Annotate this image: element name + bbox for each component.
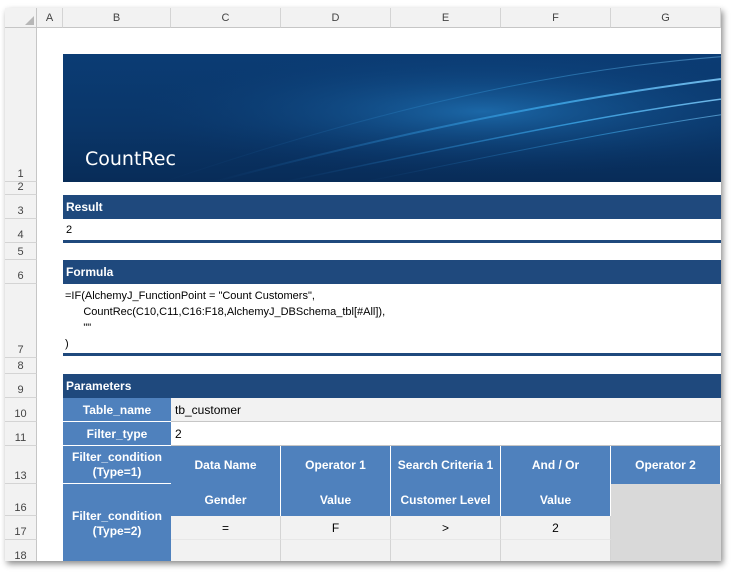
fc2-header-value-1: Value (281, 484, 391, 516)
parameters-section-header: Parameters (63, 374, 721, 398)
fc2-row2-customer-level[interactable] (391, 540, 501, 561)
row-header-13[interactable]: 13 (5, 446, 37, 484)
fc1-header-operator-1: Operator 1 (281, 446, 391, 484)
row-header-16[interactable]: 16 (5, 484, 37, 516)
row-header-18[interactable]: 18 (5, 540, 37, 561)
formula-line-1: =IF(AlchemyJ_FunctionPoint = "Count Cust… (65, 290, 315, 302)
column-header-b[interactable]: B (63, 8, 171, 28)
fc2-header-gender: Gender (171, 484, 281, 516)
column-header-e[interactable]: E (391, 8, 501, 28)
fc2-row1-value-1[interactable]: F (281, 516, 391, 540)
spreadsheet-window: A B C D E F G 1 2 3 4 5 6 7 8 9 10 11 13… (5, 8, 721, 561)
fc1-header-search-criteria-1: Search Criteria 1 (391, 446, 501, 484)
title-banner: CountRec (63, 54, 721, 182)
select-all-corner[interactable] (5, 8, 37, 28)
row-header-7[interactable]: 7 (5, 284, 37, 358)
column-header-f[interactable]: F (501, 8, 611, 28)
filter-condition-type1-label: Filter_condition (Type=1) (63, 446, 171, 484)
banner-title: CountRec (85, 148, 176, 170)
row-header-6[interactable]: 6 (5, 260, 37, 284)
fc2-row2-value-1[interactable] (281, 540, 391, 561)
fc2-header-value-2: Value (501, 484, 611, 516)
row-header-9[interactable]: 9 (5, 374, 37, 398)
row-header-5[interactable]: 5 (5, 243, 37, 260)
filter-type-value[interactable]: 2 (171, 422, 721, 446)
select-all-triangle-icon (25, 16, 34, 25)
column-header-a[interactable]: A (37, 8, 63, 28)
formula-line-3: "" (65, 322, 92, 334)
fc2-unused-area (611, 484, 721, 561)
fc2-row1-customer-level[interactable]: > (391, 516, 501, 540)
fc2-row1-gender[interactable]: = (171, 516, 281, 540)
row-header-11[interactable]: 11 (5, 422, 37, 446)
formula-line-4: ) (65, 338, 69, 350)
filter-condition-type2-label: Filter_condition (Type=2) (63, 484, 171, 561)
row-header-10[interactable]: 10 (5, 398, 37, 422)
result-value-cell[interactable]: 2 (63, 219, 721, 243)
result-section-header: Result (63, 195, 721, 219)
fc2-header-customer-level: Customer Level (391, 484, 501, 516)
filter-type-label: Filter_type (63, 422, 171, 446)
row-header-3[interactable]: 3 (5, 195, 37, 219)
table-name-label: Table_name (63, 398, 171, 422)
table-name-value[interactable]: tb_customer (171, 398, 721, 422)
column-header-d[interactable]: D (281, 8, 391, 28)
row-header-2[interactable]: 2 (5, 181, 37, 195)
fc1-header-and-or: And / Or (501, 446, 611, 484)
row-header-8[interactable]: 8 (5, 358, 37, 374)
row-header-17[interactable]: 17 (5, 516, 37, 540)
fc2-row1-value-2[interactable]: 2 (501, 516, 611, 540)
fc2-row2-gender[interactable] (171, 540, 281, 561)
formula-cell[interactable]: =IF(AlchemyJ_FunctionPoint = "Count Cust… (63, 284, 721, 356)
fc2-row2-value-2[interactable] (501, 540, 611, 561)
fc1-header-data-name: Data Name (171, 446, 281, 484)
fc1-header-operator-2: Operator 2 (611, 446, 721, 484)
formula-line-2: CountRec(C10,C11,C16:F18,AlchemyJ_DBSche… (65, 306, 386, 318)
column-header-g[interactable]: G (611, 8, 721, 28)
row-header-1[interactable]: 1 (5, 28, 37, 182)
formula-section-header: Formula (63, 260, 721, 284)
row-header-4[interactable]: 4 (5, 219, 37, 243)
column-header-c[interactable]: C (171, 8, 281, 28)
